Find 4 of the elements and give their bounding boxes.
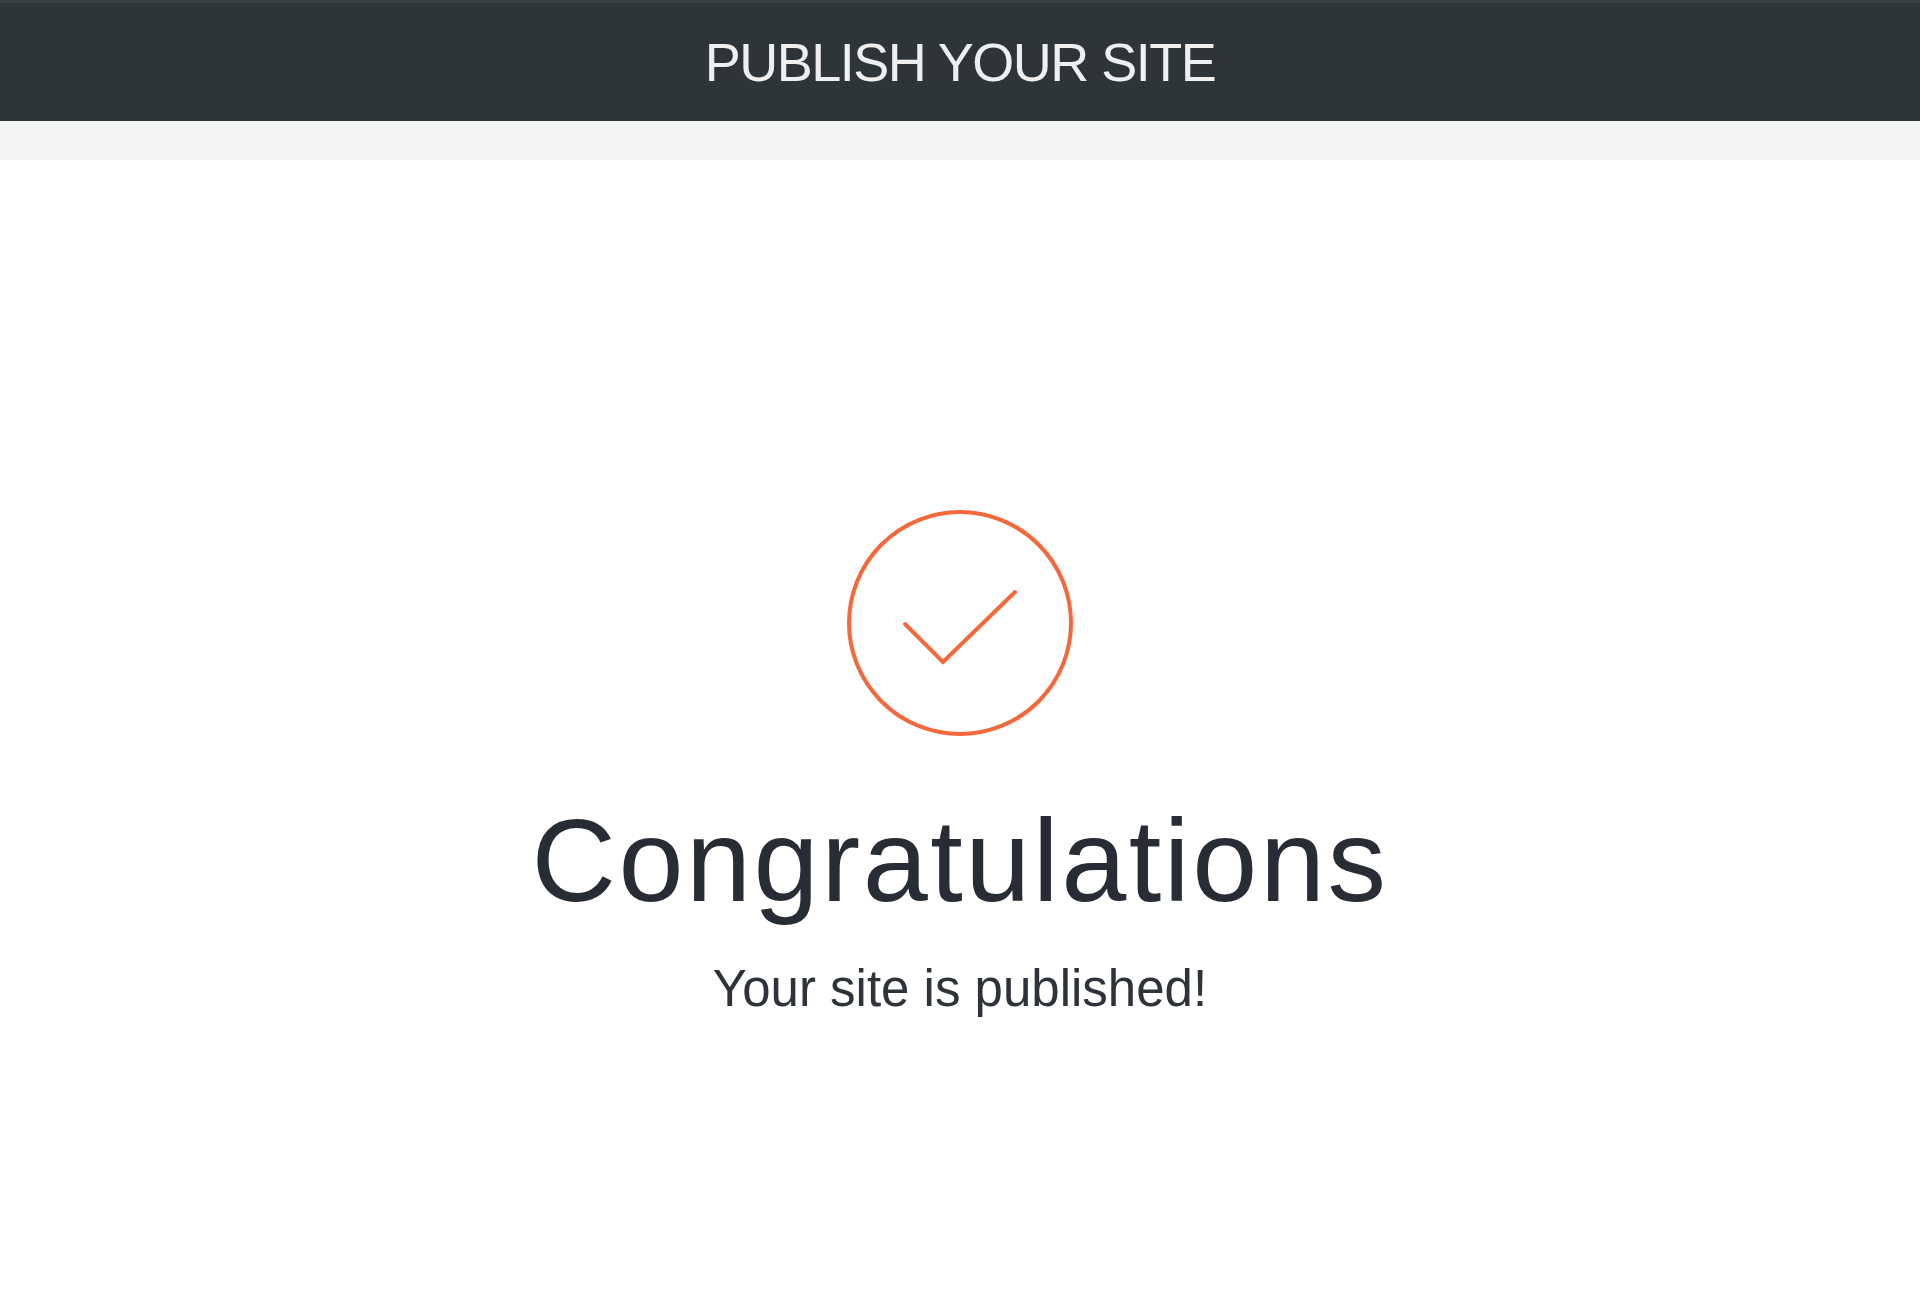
page-title: PUBLISH YOUR SITE	[704, 30, 1216, 94]
success-heading: Congratulations	[531, 794, 1389, 928]
check-circle-icon	[847, 510, 1073, 736]
success-message: Your site is published!	[712, 959, 1208, 1020]
